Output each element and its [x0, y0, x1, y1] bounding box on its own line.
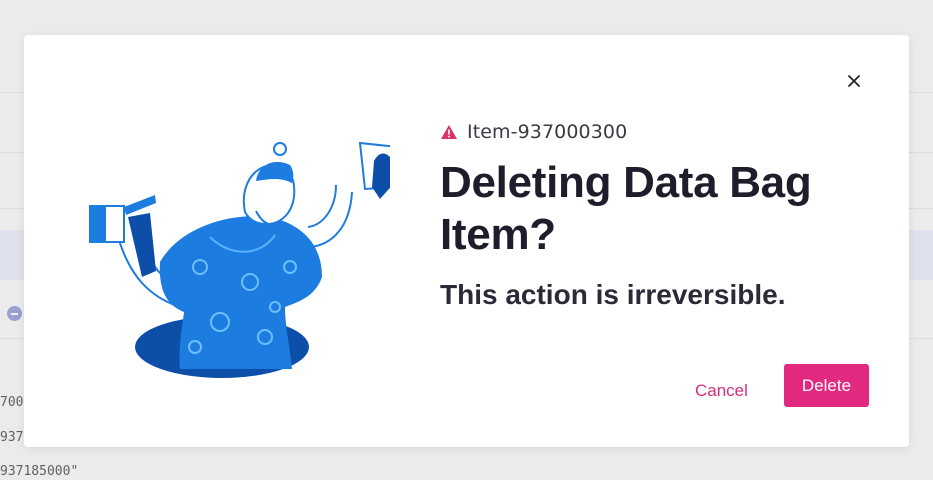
close-button[interactable] — [844, 71, 864, 91]
code-line: 700 — [0, 395, 24, 410]
delete-confirmation-dialog: Item-937000300 Deleting Data Bag Item? T… — [24, 35, 909, 447]
dialog-title: Deleting Data Bag Item? — [440, 158, 812, 259]
close-icon[interactable] — [844, 71, 864, 91]
dialog-subtitle: This action is irreversible. — [440, 279, 786, 310]
warning-icon — [441, 125, 457, 139]
code-line: 937185000" — [0, 464, 79, 479]
item-label: Item-937000300 — [467, 121, 628, 143]
cancel-button[interactable]: Cancel — [689, 371, 754, 411]
item-reference: Item-937000300 — [440, 121, 880, 143]
cleaning-person-illustration — [89, 141, 390, 378]
dialog-content: Item-937000300 Deleting Data Bag Item? T… — [440, 121, 880, 311]
remove-icon — [7, 306, 22, 321]
code-line: 937 — [0, 430, 24, 445]
delete-button[interactable]: Delete — [784, 364, 869, 407]
